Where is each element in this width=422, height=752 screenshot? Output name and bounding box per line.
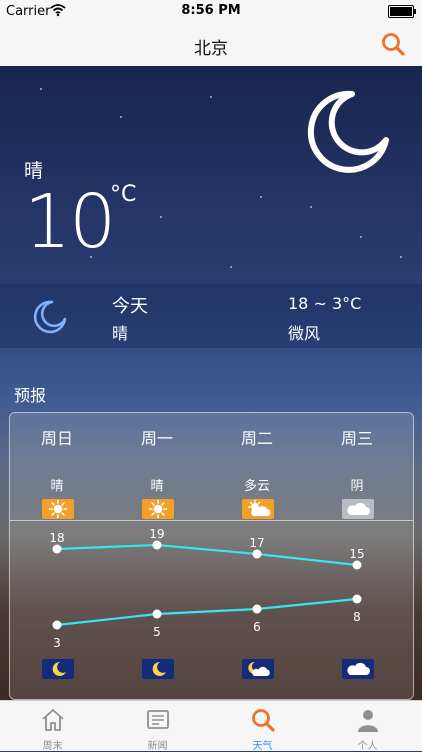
tab-profile[interactable]: 个人 [315,701,420,752]
low-temp: 8 [353,610,361,624]
status-time: 8:56 PM [181,3,241,18]
high-point [52,544,62,554]
today-summary: 今天 晴 18 ~ 3°C 微风 [0,284,422,348]
high-temp: 17 [249,536,265,550]
day-condition: 多云 [243,479,270,494]
partly-cloudy-icon [242,499,274,519]
day-name: 周二 [240,429,273,448]
forecast-day-2: 周二 [222,425,292,449]
forecast-panel: 周日 周一 周二 周三 晴 晴 多云 阴 18 19 17 15 3 5 6 8 [9,412,414,700]
forecast-day-3: 周三 [322,425,392,449]
high-point [352,560,362,570]
moon-icon [307,90,389,173]
low-point [252,604,262,614]
moon-icon [33,300,67,334]
today-wind: 微风 [288,324,321,343]
sun-icon [42,499,74,519]
high-temp: 18 [49,531,65,545]
search-icon [252,709,275,732]
forecast-day-0: 周日 [22,425,92,449]
day-condition: 晴 [50,479,64,494]
low-point [152,609,162,619]
low-temp: 6 [253,620,261,634]
battery-icon [388,5,416,18]
low-temp: 5 [153,625,161,639]
status-bar: Carrier 8:56 PM [0,0,422,22]
day-name: 周一 [140,429,173,448]
tab-news[interactable]: 新闻 [105,701,210,752]
tab-weather[interactable]: 天气 [210,701,315,752]
forecast-divider [10,520,413,521]
page-title: 北京 [194,39,228,59]
day-name: 周三 [340,429,373,448]
home-icon [42,709,64,731]
today-condition: 晴 [112,324,129,343]
day-name: 周日 [40,429,73,448]
forecast-title: 预报 [14,386,47,405]
forecast-day-1: 周一 [122,425,192,449]
search-icon[interactable] [380,31,406,57]
moon-icon [142,659,174,679]
low-point [352,594,362,604]
high-point [152,540,162,550]
temperature-chart [52,540,362,630]
tab-weekend[interactable]: 周末 [0,701,105,752]
today-label: 今天 [112,296,148,317]
weather-content: 晴 10 °C 今天 晴 18 ~ 3°C 微风 预报 周日 周一 周二 周三 … [0,66,422,700]
day-condition: 晴 [150,479,164,494]
high-point [252,549,262,559]
nav-bar: 北京 [0,22,422,67]
current-temperature: 10 [24,179,116,265]
moon-cloud-icon [242,659,274,679]
cloud-icon [342,659,374,679]
high-temp: 19 [149,527,165,541]
cloud-icon [342,499,374,519]
tab-bar: 周末 新闻 天气 个人 [0,700,422,752]
temperature-unit: °C [110,182,137,207]
person-icon [358,710,378,732]
day-condition: 阴 [350,479,364,494]
sun-icon [142,499,174,519]
moon-icon [42,659,74,679]
low-temp: 3 [53,636,61,650]
news-icon [147,710,169,729]
low-point [52,620,62,630]
today-range: 18 ~ 3°C [288,294,362,313]
high-temp: 15 [349,547,365,561]
